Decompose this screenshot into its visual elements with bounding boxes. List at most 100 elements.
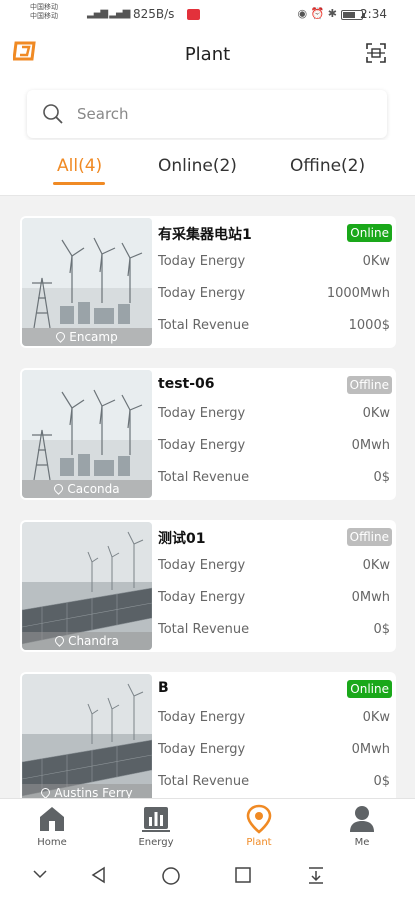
plant-location-text: Austins Ferry [54, 786, 133, 798]
solar-wind-illustration [22, 674, 152, 798]
nav-plant[interactable]: Plant [219, 803, 299, 848]
tab-all[interactable]: All(4) [57, 156, 102, 176]
metric-label: Today Energy [158, 710, 246, 725]
clock: 2:34 [360, 7, 387, 21]
plant-thumbnail: Chandra [22, 522, 152, 650]
metric-value: 1000$ [348, 318, 390, 333]
status-bar: 中国移动 中国移动 ▂▄▆ ▂▄▆ 825B/s ◉ ⏰ ✱ 2:34 [0, 0, 415, 30]
search-box[interactable] [27, 90, 387, 138]
plant-metric-row: Today Energy 0Kw [158, 406, 390, 424]
search-icon [43, 104, 63, 124]
metric-value: 1000Mwh [326, 286, 390, 301]
metric-value: 0Mwh [351, 438, 390, 453]
plant-card[interactable]: Austins Ferry B Online Today Energy 0Kw T… [20, 672, 396, 798]
location-pin-icon [39, 786, 53, 798]
search-area [0, 80, 415, 140]
metric-value: 0Kw [362, 254, 390, 269]
metric-label: Total Revenue [158, 470, 250, 485]
plant-location-text: Encamp [69, 330, 118, 344]
plant-metric-row: Today Energy 0Mwh [158, 590, 390, 608]
metric-value: 0Kw [362, 558, 390, 573]
location-pin-icon [53, 634, 66, 647]
plant-location: Encamp [22, 328, 152, 346]
energy-icon [142, 807, 170, 832]
metric-label: Today Energy [158, 254, 246, 269]
recents-icon[interactable] [234, 866, 252, 884]
home-icon [40, 807, 64, 831]
plant-thumbnail: Austins Ferry [22, 674, 152, 798]
collapse-chevron-icon[interactable] [32, 866, 48, 882]
plant-metric-row: Today Energy 0Kw [158, 254, 390, 272]
home-button-icon[interactable] [161, 866, 181, 886]
plant-location: Caconda [22, 480, 152, 498]
plant-name: B [158, 680, 169, 696]
metric-value: 0$ [373, 774, 390, 789]
wind-substation-illustration [22, 370, 152, 498]
status-filter-tabs: All(4) Online(2) Offine(2) [0, 140, 415, 196]
network-speed: 825B/s [133, 7, 175, 21]
metric-label: Today Energy [158, 590, 246, 605]
recording-icon [187, 9, 200, 20]
metric-label: Today Energy [158, 742, 246, 757]
plant-thumbnail: Encamp [22, 218, 152, 346]
metric-label: Today Energy [158, 438, 246, 453]
metric-label: Total Revenue [158, 774, 250, 789]
nav-home[interactable]: Home [12, 803, 92, 848]
metric-label: Today Energy [158, 558, 246, 573]
bottom-nav: Home Energy Plant Me [0, 798, 415, 852]
plant-metric-row: Today Energy 0Mwh [158, 742, 390, 760]
carrier-2: 中国移动 [30, 12, 58, 20]
plant-card[interactable]: Caconda test-06 Offline Today Energy 0Kw … [20, 368, 396, 500]
search-input[interactable] [77, 100, 367, 128]
metric-value: 0$ [373, 622, 390, 637]
metric-value: 0Mwh [351, 742, 390, 757]
carrier-labels: 中国移动 中国移动 [30, 3, 58, 21]
plant-metric-row: Today Energy 0Mwh [158, 438, 390, 456]
page-title: Plant [184, 44, 231, 65]
plant-metric-row: Today Energy 0Kw [158, 558, 390, 576]
nav-me[interactable]: Me [322, 803, 402, 848]
tab-offline[interactable]: Offine(2) [290, 156, 365, 176]
system-nav-bar [0, 852, 415, 900]
nav-plant-label: Plant [246, 837, 272, 848]
metric-label: Today Energy [158, 286, 246, 301]
plant-card[interactable]: Chandra 测试01 Offline Today Energy 0Kw Tod… [20, 520, 396, 652]
scan-icon[interactable] [365, 42, 387, 64]
nav-energy[interactable]: Energy [116, 803, 196, 848]
status-badge: Offline [346, 528, 392, 546]
metric-label: Total Revenue [158, 622, 250, 637]
plant-location: Chandra [22, 632, 152, 650]
notification-pull-icon[interactable] [307, 866, 325, 884]
plant-metric-row: Total Revenue 0$ [158, 470, 390, 488]
plant-metric-row: Total Revenue 1000$ [158, 318, 390, 336]
metric-value: 0Kw [362, 710, 390, 725]
back-icon[interactable] [90, 866, 108, 884]
plant-card[interactable]: Encamp 有采集器电站1 Online Today Energy 0Kw To… [20, 216, 396, 348]
signal-icon: ▂▄▆ ▂▄▆ [87, 8, 130, 19]
wind-substation-illustration [22, 218, 152, 346]
metric-value: 0$ [373, 470, 390, 485]
plant-metric-row: Total Revenue 0$ [158, 622, 390, 640]
status-badge: Offline [346, 376, 392, 394]
metric-label: Total Revenue [158, 318, 250, 333]
plant-name: 有采集器电站1 [158, 227, 252, 243]
plant-metric-row: Today Energy 1000Mwh [158, 286, 390, 304]
carrier-1: 中国移动 [30, 3, 58, 11]
app-header: Plant [0, 30, 415, 80]
solar-wind-illustration [22, 522, 152, 650]
app-root: 中国移动 中国移动 ▂▄▆ ▂▄▆ 825B/s ◉ ⏰ ✱ 2:34 Plan… [0, 0, 415, 900]
location-pin-icon [52, 482, 66, 495]
metric-label: Today Energy [158, 406, 246, 421]
status-badge: Online [347, 224, 392, 242]
plant-metric-row: Today Energy 0Kw [158, 710, 390, 728]
plant-location-text: Chandra [68, 634, 119, 648]
location-pin-icon [246, 804, 272, 834]
plant-thumbnail: Caconda [22, 370, 152, 498]
metric-value: 0Mwh [351, 590, 390, 605]
location-pin-icon [54, 330, 68, 343]
plant-name: test-06 [158, 376, 215, 392]
plant-location: Austins Ferry [22, 784, 152, 798]
nav-me-label: Me [354, 837, 370, 848]
tab-online[interactable]: Online(2) [158, 156, 237, 176]
nav-home-label: Home [37, 837, 67, 848]
